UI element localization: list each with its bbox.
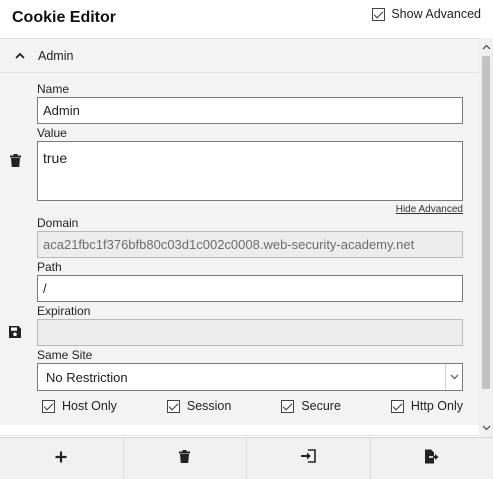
http-only-flag[interactable]: Http Only xyxy=(390,399,463,413)
host-only-checkbox[interactable] xyxy=(42,399,55,413)
domain-input[interactable]: aca21fbc1f376bfb80c03d1c002c0008.web-sec… xyxy=(37,231,463,258)
import-button[interactable] xyxy=(247,438,371,479)
same-site-value: No Restriction xyxy=(46,369,128,385)
value-textarea[interactable]: true xyxy=(37,141,463,201)
trash-icon xyxy=(179,449,191,468)
session-flag[interactable]: Session xyxy=(166,399,232,413)
host-only-flag[interactable]: Host Only xyxy=(42,399,117,413)
chevron-up-icon[interactable] xyxy=(14,52,26,59)
same-site-label: Same Site xyxy=(37,348,93,362)
path-label: Path xyxy=(37,260,62,274)
secure-checkbox[interactable] xyxy=(281,399,295,413)
secure-flag[interactable]: Secure xyxy=(281,399,341,413)
host-only-label: Host Only xyxy=(62,399,117,413)
hide-advanced-link[interactable]: Hide Advanced xyxy=(37,203,463,217)
plus-icon xyxy=(55,450,67,468)
scroll-down-arrow-icon[interactable] xyxy=(479,421,493,435)
value-label: Value xyxy=(37,126,67,140)
show-advanced-toggle[interactable]: Show Advanced xyxy=(372,7,481,21)
bottom-toolbar xyxy=(0,437,493,479)
cookie-name-header: Admin xyxy=(38,48,74,63)
chevron-down-icon[interactable] xyxy=(445,364,462,390)
import-icon xyxy=(300,449,317,468)
scroll-up-arrow-icon[interactable] xyxy=(479,40,493,54)
session-label: Session xyxy=(186,399,232,413)
cookie-list: Admin Name Admin Value true Hide Advance… xyxy=(0,38,479,437)
add-cookie-button[interactable] xyxy=(0,438,124,479)
export-icon xyxy=(424,449,439,469)
cookie-form: Name Admin Value true Hide Advanced Doma… xyxy=(37,82,463,413)
trash-icon[interactable] xyxy=(8,153,22,167)
same-site-select[interactable]: No Restriction xyxy=(37,363,463,391)
scrollbar-thumb[interactable] xyxy=(482,56,490,389)
name-input[interactable]: Admin xyxy=(37,97,463,124)
show-advanced-label: Show Advanced xyxy=(391,7,481,21)
cookie-flags: Host Only Session Secure Http Only xyxy=(37,399,463,413)
vertical-scrollbar[interactable] xyxy=(479,38,493,437)
http-only-checkbox[interactable] xyxy=(390,399,404,413)
http-only-label: Http Only xyxy=(410,399,463,413)
show-advanced-checkbox[interactable] xyxy=(372,7,386,21)
secure-label: Secure xyxy=(301,399,341,413)
floppy-disk-icon[interactable] xyxy=(8,325,22,339)
export-button[interactable] xyxy=(371,438,493,479)
cookie-details: Name Admin Value true Hide Advanced Doma… xyxy=(0,73,479,425)
expiration-label: Expiration xyxy=(37,304,91,318)
expiration-input[interactable] xyxy=(37,319,463,346)
path-input[interactable]: / xyxy=(37,275,463,302)
delete-all-button[interactable] xyxy=(124,438,247,479)
app-title: Cookie Editor xyxy=(12,9,117,26)
name-label: Name xyxy=(37,82,70,96)
cookie-row-header[interactable]: Admin xyxy=(0,39,479,73)
domain-label: Domain xyxy=(37,216,79,230)
app-header: Cookie Editor Show Advanced xyxy=(0,0,493,38)
session-checkbox[interactable] xyxy=(166,399,180,413)
